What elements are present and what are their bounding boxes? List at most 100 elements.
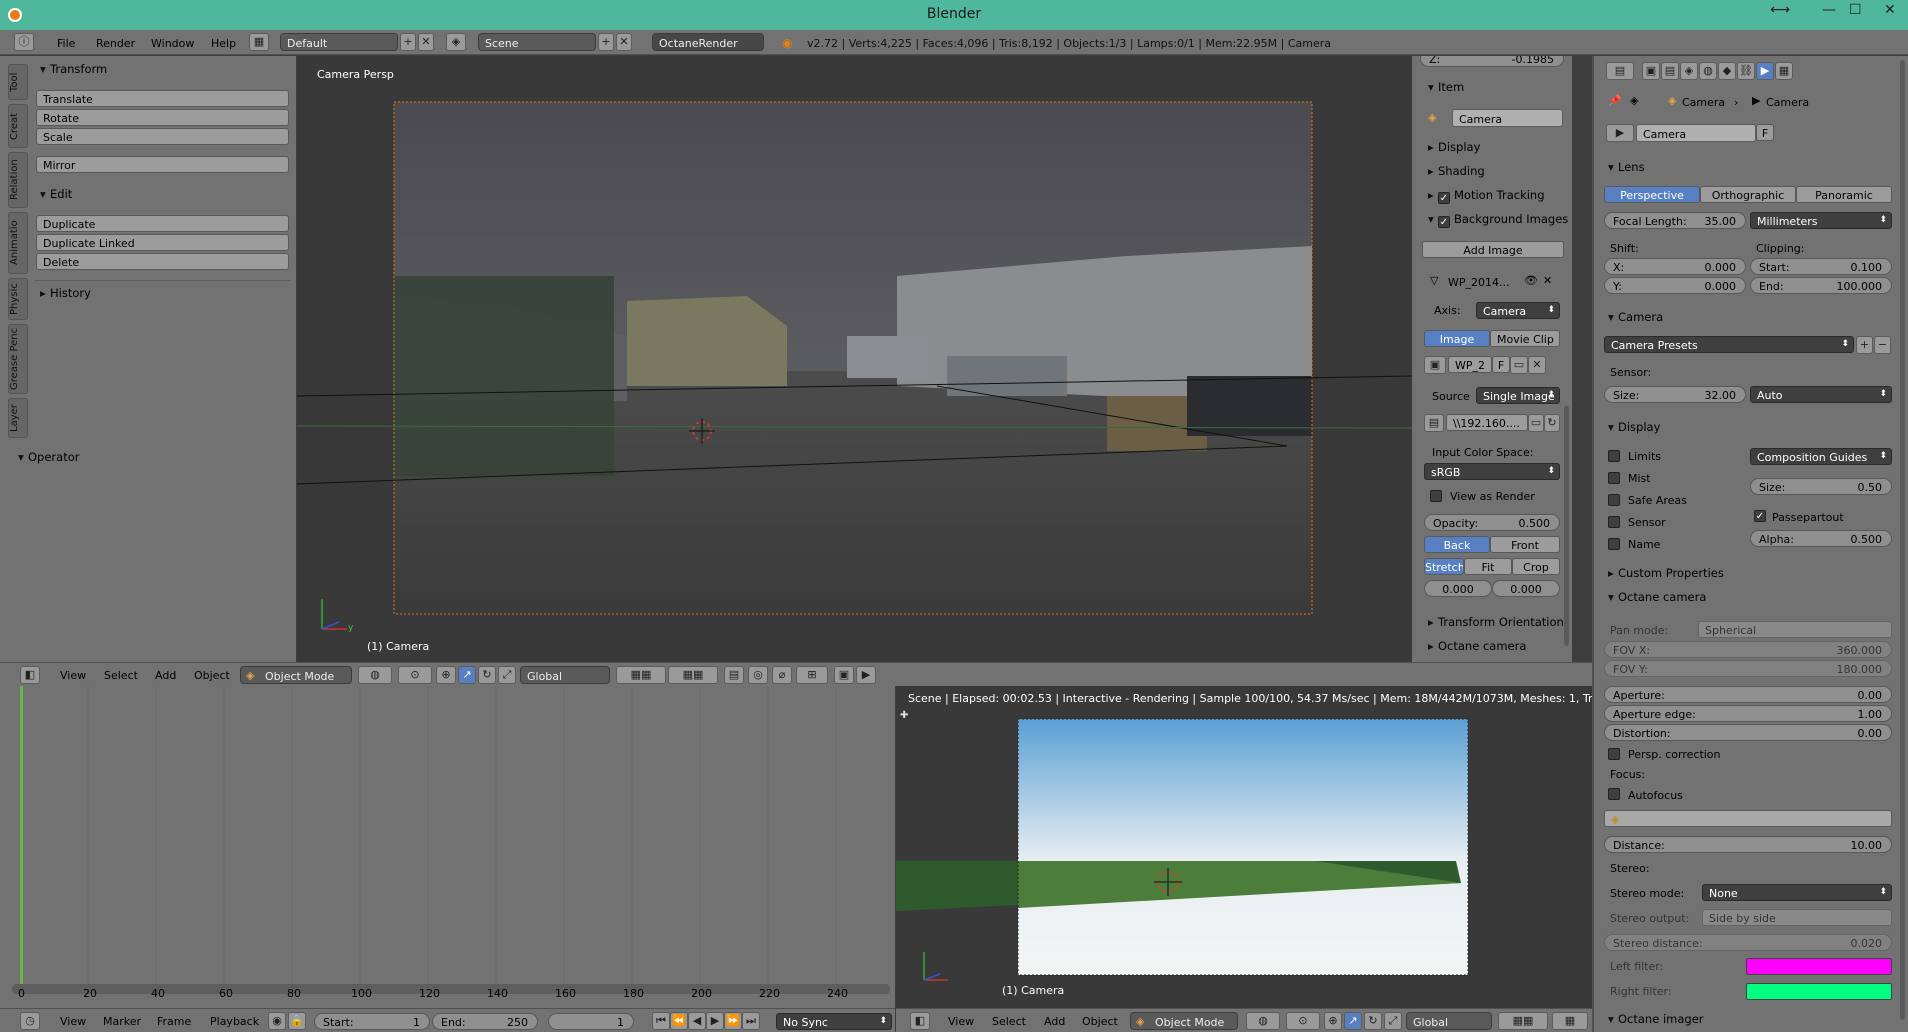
- movie-clip-tab[interactable]: Movie Clip: [1490, 330, 1560, 347]
- image-fake-user-button[interactable]: F: [1492, 356, 1510, 373]
- rv-manipulator-toggle-icon[interactable]: ⊕: [1324, 1012, 1342, 1030]
- camera-data-browse-icon[interactable]: ▶: [1606, 124, 1634, 142]
- editor-type-properties-icon[interactable]: ▤: [1606, 62, 1634, 80]
- octane-camera-panel-header[interactable]: ▾ Octane camera: [1608, 590, 1706, 604]
- name-checkbox[interactable]: [1608, 538, 1620, 550]
- render-viewport[interactable]: Scene | Elapsed: 00:02.53 | Interactive …: [896, 686, 1592, 1008]
- sensor-fit-dropdown[interactable]: Auto: [1750, 386, 1892, 403]
- manipulator-toggle-icon[interactable]: ⊕: [436, 666, 456, 684]
- screen-layout-field[interactable]: Default: [280, 33, 398, 51]
- scene-field[interactable]: Scene: [478, 33, 596, 51]
- fov-y-field[interactable]: FOV Y: 180.000: [1604, 660, 1892, 677]
- menu-file[interactable]: File: [57, 37, 75, 50]
- camera-presets-dropdown[interactable]: Camera Presets: [1604, 336, 1854, 353]
- rv-layers-icon[interactable]: ▦▦: [1498, 1012, 1548, 1030]
- aperture-edge-field[interactable]: Aperture edge: 1.00: [1604, 705, 1892, 722]
- render-layers-tab-icon[interactable]: ▤: [1661, 62, 1679, 80]
- npanel-scrollbar[interactable]: [1564, 406, 1569, 646]
- transform-panel-header[interactable]: ▾ Transform: [40, 62, 107, 76]
- menu-window[interactable]: Window: [151, 37, 194, 50]
- screen-layout-icon[interactable]: ▦: [249, 33, 269, 51]
- vp-menu-select[interactable]: Select: [104, 669, 138, 682]
- axis-dropdown[interactable]: Camera: [1476, 302, 1560, 319]
- safe-areas-checkbox[interactable]: [1608, 494, 1620, 506]
- viewport-shading-icon[interactable]: ◍: [358, 666, 392, 684]
- display-panel-header-props[interactable]: ▾ Display: [1608, 420, 1660, 434]
- menu-help[interactable]: Help: [211, 37, 236, 50]
- rv-menu-view[interactable]: View: [948, 1015, 974, 1028]
- history-panel-header[interactable]: ▸ History: [40, 286, 91, 300]
- lens-panel-header[interactable]: ▾ Lens: [1608, 160, 1645, 174]
- tab-layer[interactable]: Layer: [8, 398, 28, 438]
- play-icon[interactable]: ▶: [706, 1012, 724, 1030]
- perspective-button[interactable]: Perspective: [1604, 186, 1700, 203]
- snap-icon[interactable]: ⌀: [772, 666, 792, 684]
- rv-menu-select[interactable]: Select: [992, 1015, 1026, 1028]
- shift-x-field[interactable]: X: 0.000: [1604, 258, 1746, 275]
- open-image-icon[interactable]: ▭: [1510, 356, 1528, 374]
- camera-fake-user-button[interactable]: F: [1756, 124, 1774, 141]
- distortion-field[interactable]: Distortion: 0.00: [1604, 724, 1892, 741]
- panoramic-button[interactable]: Panoramic: [1796, 186, 1892, 203]
- sync-dropdown[interactable]: No Sync: [776, 1013, 892, 1030]
- rv-translate-manipulator-icon[interactable]: ↗: [1344, 1012, 1362, 1030]
- editor-type-timeline-icon[interactable]: ◷: [20, 1012, 40, 1030]
- eye-icon[interactable]: 👁: [1524, 274, 1538, 287]
- duplicate-button[interactable]: Duplicate: [36, 215, 289, 232]
- scene-tab-icon[interactable]: ◈: [1680, 62, 1698, 80]
- aperture-field[interactable]: Aperture: 0.00: [1604, 686, 1892, 703]
- resize-icon[interactable]: ⟷: [1770, 2, 1790, 18]
- prev-key-icon[interactable]: ⏪: [670, 1012, 688, 1030]
- display-size-field[interactable]: Size: 0.50: [1750, 478, 1892, 495]
- passepartout-checkbox[interactable]: ✓: [1754, 510, 1766, 522]
- play-reverse-icon[interactable]: ◀: [688, 1012, 706, 1030]
- 3d-viewport[interactable]: Camera Persp y (1) Camera: [297, 56, 1412, 662]
- remove-scene-icon[interactable]: ✕: [616, 33, 632, 51]
- rv-object-mode-dropdown[interactable]: Object Mode: [1130, 1012, 1238, 1030]
- bg-image-expand-icon[interactable]: ▽: [1430, 274, 1438, 287]
- stereo-distance-field[interactable]: Stereo distance: 0.020: [1604, 934, 1892, 951]
- object-tab-icon[interactable]: ◆: [1718, 62, 1736, 80]
- tab-relations[interactable]: Relation: [8, 152, 28, 208]
- scale-manipulator-icon[interactable]: ⤢: [498, 666, 516, 684]
- persp-correction-checkbox[interactable]: [1608, 748, 1620, 760]
- scene-icon[interactable]: ◈: [446, 33, 466, 51]
- duplicate-linked-button[interactable]: Duplicate Linked: [36, 234, 289, 251]
- image-tab[interactable]: Image: [1424, 330, 1490, 347]
- properties-scrollbar[interactable]: [1900, 60, 1905, 1020]
- tab-animation[interactable]: Animatio: [8, 212, 28, 274]
- editor-type-3dview-icon[interactable]: ◧: [20, 666, 40, 684]
- offset-y-field[interactable]: 0.000: [1492, 580, 1560, 597]
- lock-layers-icon[interactable]: ▤: [724, 666, 744, 684]
- current-frame-field[interactable]: 1: [548, 1013, 634, 1030]
- camera-data-name-field[interactable]: Camera: [1636, 124, 1756, 142]
- rotate-button[interactable]: Rotate: [36, 109, 289, 126]
- maximize-button[interactable]: ☐: [1849, 2, 1862, 18]
- add-scene-icon[interactable]: +: [598, 33, 614, 51]
- rv-layers-2-icon[interactable]: ▦: [1552, 1012, 1588, 1030]
- transform-orientations-header[interactable]: ▸ Transform Orientations: [1428, 615, 1570, 629]
- add-preset-icon[interactable]: +: [1856, 336, 1873, 354]
- translate-manipulator-icon[interactable]: ↗: [458, 666, 476, 684]
- image-browse-icon[interactable]: ▣: [1424, 356, 1446, 374]
- focus-distance-field[interactable]: Distance: 10.00: [1604, 836, 1892, 853]
- layers-icon[interactable]: ▦▦: [616, 666, 666, 684]
- fov-x-field[interactable]: FOV X: 360.000: [1604, 641, 1892, 658]
- next-key-icon[interactable]: ⏩: [724, 1012, 742, 1030]
- render-tab-icon[interactable]: ▣: [1642, 62, 1660, 80]
- pan-mode-field[interactable]: Spherical: [1698, 621, 1892, 638]
- passepartout-alpha-field[interactable]: Alpha: 0.500: [1750, 530, 1892, 547]
- stretch-button[interactable]: Stretch: [1424, 558, 1464, 575]
- constraints-tab-icon[interactable]: ⛓: [1737, 62, 1755, 80]
- color-space-dropdown[interactable]: sRGB: [1424, 463, 1560, 480]
- lens-unit-dropdown[interactable]: Millimeters: [1750, 212, 1892, 229]
- background-images-header[interactable]: ▾ ✓ Background Images: [1428, 212, 1568, 228]
- record-icon[interactable]: ◉: [268, 1012, 286, 1030]
- render-animation-icon[interactable]: ▶: [856, 666, 876, 684]
- motion-tracking-header[interactable]: ▸ ✓ Motion Tracking: [1428, 188, 1545, 204]
- end-frame-field[interactable]: End: 250: [432, 1013, 538, 1030]
- rv-viewport-shading-icon[interactable]: ◍: [1246, 1012, 1280, 1030]
- image-name-field[interactable]: WP_2: [1448, 356, 1492, 373]
- tab-create[interactable]: Creat: [8, 104, 28, 148]
- rv-menu-object[interactable]: Object: [1082, 1015, 1118, 1028]
